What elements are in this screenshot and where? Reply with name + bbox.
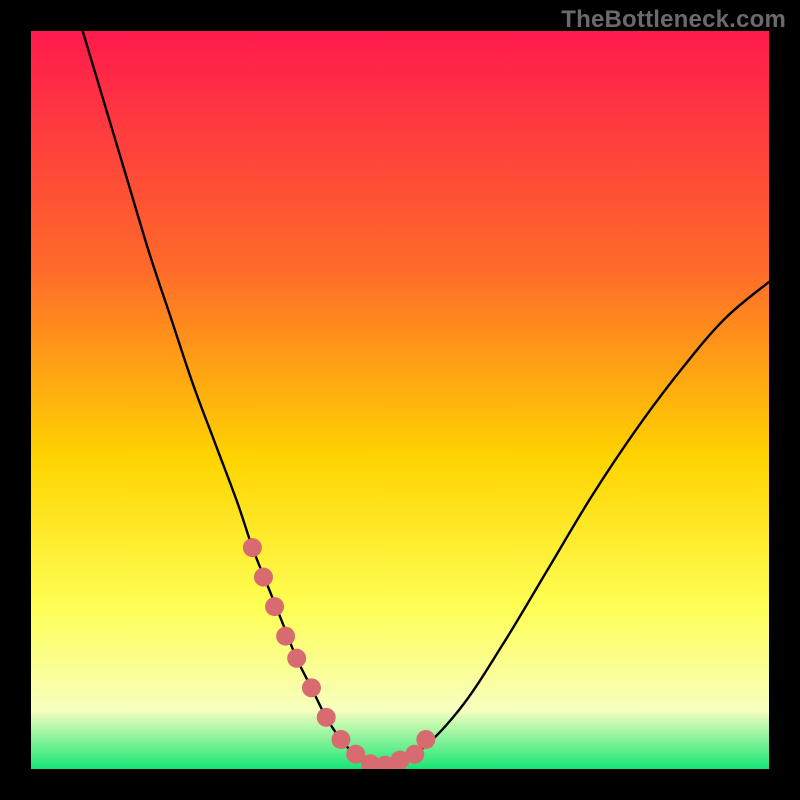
plot-area [31,31,769,769]
marker-dot [317,708,336,727]
bottleneck-curve [83,31,769,765]
marker-dot [302,678,321,697]
chart-frame: TheBottleneck.com [0,0,800,800]
watermark-text: TheBottleneck.com [561,6,786,34]
marker-dot [254,568,273,587]
curve-layer [31,31,769,769]
marker-dot [416,730,435,749]
marker-dot [265,597,284,616]
highlight-markers [243,538,435,769]
marker-dot [287,649,306,668]
marker-dot [331,730,350,749]
marker-dot [276,627,295,646]
marker-dot [243,538,262,557]
